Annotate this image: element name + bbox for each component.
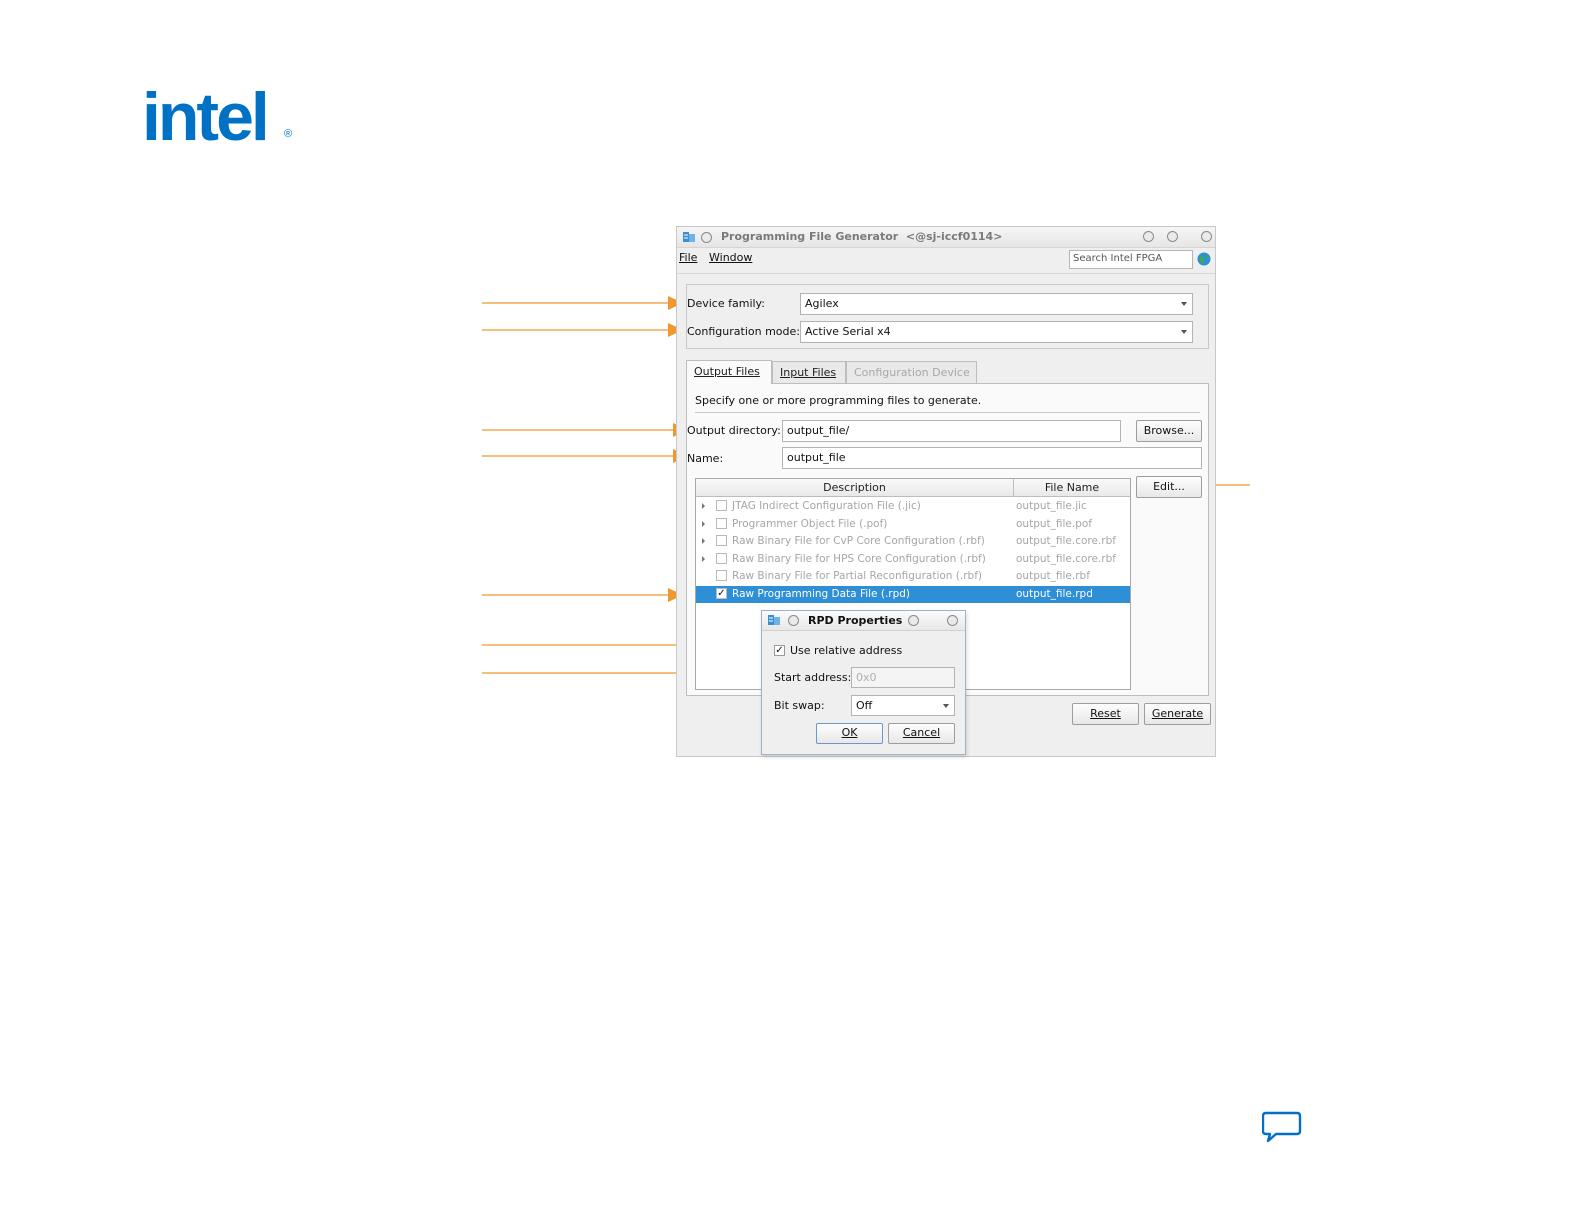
intel-logo: intel ® [142, 79, 302, 155]
table-row[interactable]: Raw Binary File for HPS Core Configurati… [696, 551, 1130, 568]
bit-swap-select[interactable]: Off [851, 695, 955, 716]
start-address-input: 0x0 [851, 667, 955, 688]
logo-registered-mark: ® [284, 128, 293, 140]
column-header-file-name[interactable]: File Name [1014, 479, 1130, 497]
use-relative-address-checkbox[interactable]: ✓ [774, 645, 785, 656]
tab-output-files[interactable]: Output Files [686, 360, 772, 384]
device-family-label: Device family: [687, 297, 765, 310]
row-description: JTAG Indirect Configuration File (.jic) [732, 500, 921, 512]
device-family-select[interactable]: Agilex [800, 293, 1193, 315]
browse-button[interactable]: Browse... [1136, 420, 1202, 442]
output-directory-label: Output directory: [687, 424, 781, 437]
use-relative-address-label: Use relative address [790, 644, 903, 657]
name-input[interactable]: output_file [782, 447, 1202, 469]
name-label: Name: [687, 452, 724, 465]
tab-input-files[interactable]: Input Files [772, 361, 846, 384]
rpd-properties-dialog: RPD Properties ✓ Use relative address St… [761, 610, 966, 755]
window-menu-icon[interactable] [701, 232, 712, 243]
hint-divider [695, 412, 1200, 413]
feedback-icon[interactable] [1262, 1110, 1302, 1146]
row-checkbox[interactable] [716, 570, 727, 581]
dialog-title: RPD Properties [808, 614, 903, 627]
row-file-name: output_file.rbf [1016, 570, 1090, 582]
maximize-icon[interactable] [1167, 231, 1178, 242]
generate-button[interactable]: Generate [1144, 703, 1211, 725]
minimize-icon[interactable] [1143, 231, 1154, 242]
app-icon [683, 232, 695, 242]
dialog-close-icon[interactable] [947, 615, 958, 626]
row-file-name: output_file.core.rbf [1016, 553, 1116, 565]
row-description: Raw Binary File for HPS Core Configurati… [732, 553, 986, 565]
row-file-name: output_file.core.rbf [1016, 535, 1116, 547]
row-description: Raw Programming Data File (.rpd) [732, 588, 911, 600]
table-row[interactable]: JTAG Indirect Configuration File (.jic) … [696, 498, 1130, 515]
table-row-selected[interactable]: ✓ Raw Programming Data File (.rpd) outpu… [696, 586, 1130, 603]
row-description: Raw Binary File for CvP Core Configurati… [732, 535, 985, 547]
programming-file-generator-window: Programming File Generator <@sj-iccf0114… [676, 226, 1216, 757]
window-title: Programming File Generator <@sj-iccf0114… [721, 230, 1003, 243]
window-titlebar[interactable]: Programming File Generator <@sj-iccf0114… [677, 227, 1215, 248]
row-description: Programmer Object File (.pof) [732, 518, 888, 530]
menubar-separator [677, 273, 1215, 274]
cancel-button[interactable]: Cancel [888, 723, 955, 744]
dialog-collapse-icon[interactable] [908, 615, 919, 626]
row-file-name: output_file.pof [1016, 518, 1092, 530]
menu-file[interactable]: File [679, 251, 697, 264]
table-row[interactable]: Programmer Object File (.pof) output_fil… [696, 516, 1130, 533]
expand-arrow-icon[interactable] [702, 556, 705, 562]
edit-button[interactable]: Edit... [1136, 476, 1202, 498]
output-directory-input[interactable]: output_file/ [782, 420, 1121, 442]
configuration-mode-label: Configuration mode: [687, 325, 800, 338]
bit-swap-label: Bit swap: [774, 699, 825, 712]
dialog-titlebar[interactable]: RPD Properties [762, 611, 965, 631]
row-checkbox[interactable] [716, 535, 727, 546]
logo-wordmark: intel [142, 79, 270, 155]
globe-icon[interactable] [1197, 252, 1211, 266]
device-group: Device family: Agilex Configuration mode… [686, 284, 1209, 349]
row-checkbox[interactable] [716, 500, 727, 511]
row-description: Raw Binary File for Partial Reconfigurat… [732, 570, 983, 582]
row-file-name: output_file.rpd [1016, 588, 1093, 600]
expand-arrow-icon[interactable] [702, 503, 705, 509]
table-row[interactable]: Raw Binary File for CvP Core Configurati… [696, 533, 1130, 550]
start-address-label: Start address: [774, 671, 852, 684]
output-files-hint: Specify one or more programming files to… [695, 394, 982, 407]
expand-arrow-icon[interactable] [702, 538, 705, 544]
ok-button[interactable]: OK [816, 723, 883, 744]
reset-button[interactable]: Reset [1072, 703, 1139, 725]
tab-configuration-device: Configuration Device [846, 361, 977, 384]
dialog-app-icon [768, 615, 780, 625]
search-input[interactable]: Search Intel FPGA [1069, 250, 1193, 269]
close-icon[interactable] [1201, 231, 1212, 242]
row-checkbox[interactable] [716, 553, 727, 564]
row-checkbox[interactable] [716, 518, 727, 529]
dialog-menu-icon[interactable] [788, 615, 799, 626]
configuration-mode-select[interactable]: Active Serial x4 [800, 321, 1193, 343]
menu-window[interactable]: Window [709, 251, 752, 264]
row-checkbox-checked[interactable]: ✓ [716, 588, 727, 599]
expand-arrow-icon[interactable] [702, 521, 705, 527]
column-header-description[interactable]: Description [696, 479, 1014, 497]
row-file-name: output_file.jic [1016, 500, 1087, 512]
table-row[interactable]: Raw Binary File for Partial Reconfigurat… [696, 568, 1130, 585]
